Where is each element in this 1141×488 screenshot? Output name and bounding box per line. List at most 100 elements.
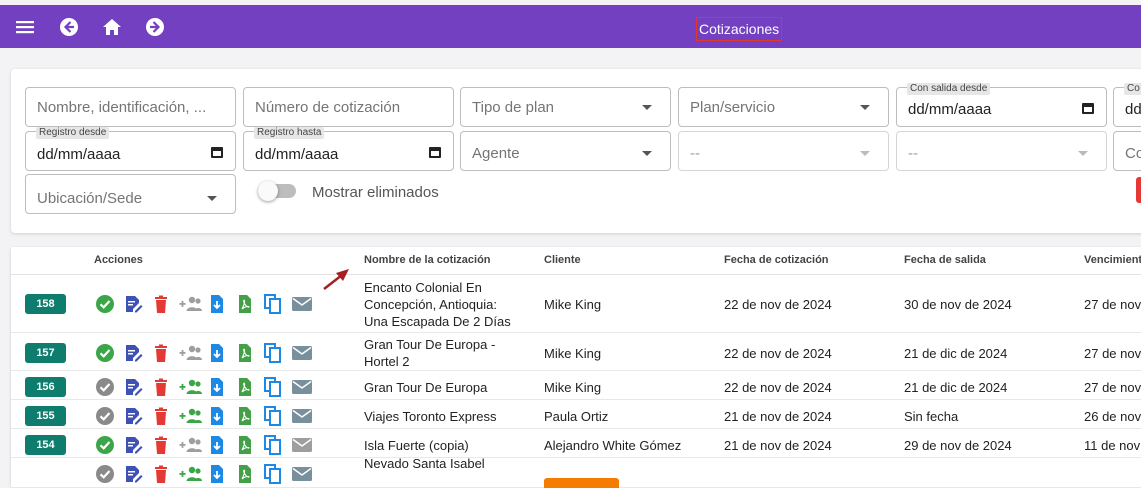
delete-icon[interactable] [151, 343, 179, 363]
mail-icon[interactable] [291, 294, 319, 314]
edit-icon[interactable] [123, 435, 151, 455]
table-row[interactable]: 155 Viajes Toronto Express Paula Ortiz 21 d… [11, 400, 1141, 429]
table-row[interactable]: 157 Gran Tour De Europa - Hortel 2 Mike Ki… [11, 333, 1141, 371]
cut-off-field[interactable]: Co [1113, 131, 1141, 171]
registered-from-date[interactable]: Registro desde dd/mm/aaaa [25, 127, 236, 171]
approve-icon[interactable] [95, 294, 123, 314]
quote-id-badge[interactable]: 158 [25, 294, 66, 314]
table-row[interactable]: Nevado Santa Isabel [11, 455, 1141, 488]
quotes-table: Acciones Nombre de la cotización Cliente… [11, 247, 1141, 488]
download-icon[interactable] [207, 377, 235, 397]
chevron-down-icon [642, 151, 652, 156]
pdf-icon[interactable] [235, 294, 263, 314]
copy-icon[interactable] [263, 377, 291, 397]
download-icon[interactable] [207, 435, 235, 455]
delete-icon[interactable] [151, 435, 179, 455]
add-user-icon[interactable] [179, 377, 207, 397]
expiration-cell: 27 de nov [1084, 346, 1141, 361]
add-user-icon[interactable] [179, 406, 207, 426]
quote-name[interactable]: Gran Tour De Europa - Hortel 2 [364, 336, 524, 370]
quote-name[interactable]: Gran Tour De Europa [364, 379, 524, 396]
plan-service-select[interactable]: Plan/servicio [678, 87, 889, 127]
column-header-expiration[interactable]: Vencimiento [1084, 254, 1141, 266]
search-input[interactable]: Nombre, identificación, ... [25, 87, 236, 127]
delete-icon[interactable] [151, 377, 179, 397]
disabled-select-2-placeholder: -- [908, 145, 918, 162]
download-icon[interactable] [207, 406, 235, 426]
location-select[interactable]: Ubicación/Sede [25, 174, 236, 214]
copy-icon[interactable] [263, 435, 291, 455]
edit-icon[interactable] [123, 294, 151, 314]
mail-icon[interactable] [291, 464, 319, 484]
back-icon[interactable] [58, 16, 80, 38]
column-header-departure-date[interactable]: Fecha de salida [904, 254, 986, 266]
forward-icon[interactable] [144, 16, 166, 38]
column-header-client[interactable]: Cliente [544, 254, 581, 266]
copy-icon[interactable] [263, 464, 291, 484]
pdf-icon[interactable] [235, 435, 263, 455]
copy-icon[interactable] [263, 406, 291, 426]
approve-icon[interactable] [95, 343, 123, 363]
edit-icon[interactable] [123, 343, 151, 363]
pdf-icon[interactable] [235, 464, 263, 484]
menu-icon[interactable] [14, 16, 36, 38]
departure-from-date[interactable]: Con salida desde dd/mm/aaaa [896, 83, 1107, 127]
download-icon[interactable] [207, 464, 235, 484]
quote-name[interactable]: Isla Fuerte (copia) [364, 437, 524, 454]
pdf-icon[interactable] [235, 406, 263, 426]
edit-icon[interactable] [123, 406, 151, 426]
column-header-name[interactable]: Nombre de la cotización [364, 254, 491, 266]
table-row[interactable]: 154 Isla Fuerte (copia) Alejandro White Gó… [11, 429, 1141, 458]
calendar-icon[interactable] [1082, 103, 1094, 114]
approve-icon[interactable] [95, 377, 123, 397]
departure-date-cell: Sin fecha [904, 409, 959, 424]
mail-icon[interactable] [291, 435, 319, 455]
table-row[interactable]: 158 Encanto Colonial En Concepción, Antio… [11, 275, 1141, 333]
approve-icon[interactable] [95, 464, 123, 484]
mail-icon[interactable] [291, 406, 319, 426]
departure-from-value: dd/mm/aaaa [908, 101, 992, 118]
delete-icon[interactable] [151, 464, 179, 484]
edit-icon[interactable] [123, 377, 151, 397]
departure-to-date[interactable]: Co dd [1113, 83, 1141, 127]
toggle-knob [258, 181, 278, 201]
agent-select[interactable]: Agente [460, 131, 671, 171]
quote-name[interactable]: Encanto Colonial En Concepción, Antioqui… [364, 279, 524, 330]
approve-icon[interactable] [95, 406, 123, 426]
clear-filters-button[interactable] [1136, 177, 1141, 203]
mail-icon[interactable] [291, 377, 319, 397]
pdf-icon[interactable] [235, 377, 263, 397]
quote-id-badge[interactable]: 154 [25, 435, 66, 455]
quote-name[interactable]: Viajes Toronto Express [364, 408, 524, 425]
approve-icon[interactable] [95, 435, 123, 455]
add-user-icon[interactable] [179, 343, 207, 363]
quote-name[interactable]: Nevado Santa Isabel [364, 455, 524, 472]
copy-icon[interactable] [263, 343, 291, 363]
home-icon[interactable] [101, 16, 123, 38]
departure-date-cell: 29 de nov de 2024 [904, 438, 1012, 453]
add-user-icon[interactable] [179, 464, 207, 484]
delete-icon[interactable] [151, 294, 179, 314]
quote-id-badge[interactable]: 157 [25, 343, 66, 363]
copy-icon[interactable] [263, 294, 291, 314]
show-deleted-toggle[interactable] [258, 181, 298, 201]
quote-id-badge[interactable]: 156 [25, 377, 66, 397]
download-icon[interactable] [207, 343, 235, 363]
delete-icon[interactable] [151, 406, 179, 426]
plan-type-select[interactable]: Tipo de plan [460, 87, 671, 127]
chevron-down-icon [642, 105, 652, 110]
calendar-icon[interactable] [429, 147, 441, 158]
quote-id-badge[interactable]: 155 [25, 406, 66, 426]
column-header-quote-date[interactable]: Fecha de cotización [724, 254, 829, 266]
add-user-icon[interactable] [179, 294, 207, 314]
download-icon[interactable] [207, 294, 235, 314]
page-title: Cotizaciones [696, 17, 783, 41]
add-user-icon[interactable] [179, 435, 207, 455]
edit-icon[interactable] [123, 464, 151, 484]
registered-to-date[interactable]: Registro hasta dd/mm/aaaa [243, 127, 454, 171]
pdf-icon[interactable] [235, 343, 263, 363]
calendar-icon[interactable] [211, 147, 223, 158]
quote-number-input[interactable]: Número de cotización [243, 87, 454, 127]
table-row[interactable]: 156 Gran Tour De Europa Mike King 22 de nov… [11, 371, 1141, 400]
mail-icon[interactable] [291, 343, 319, 363]
